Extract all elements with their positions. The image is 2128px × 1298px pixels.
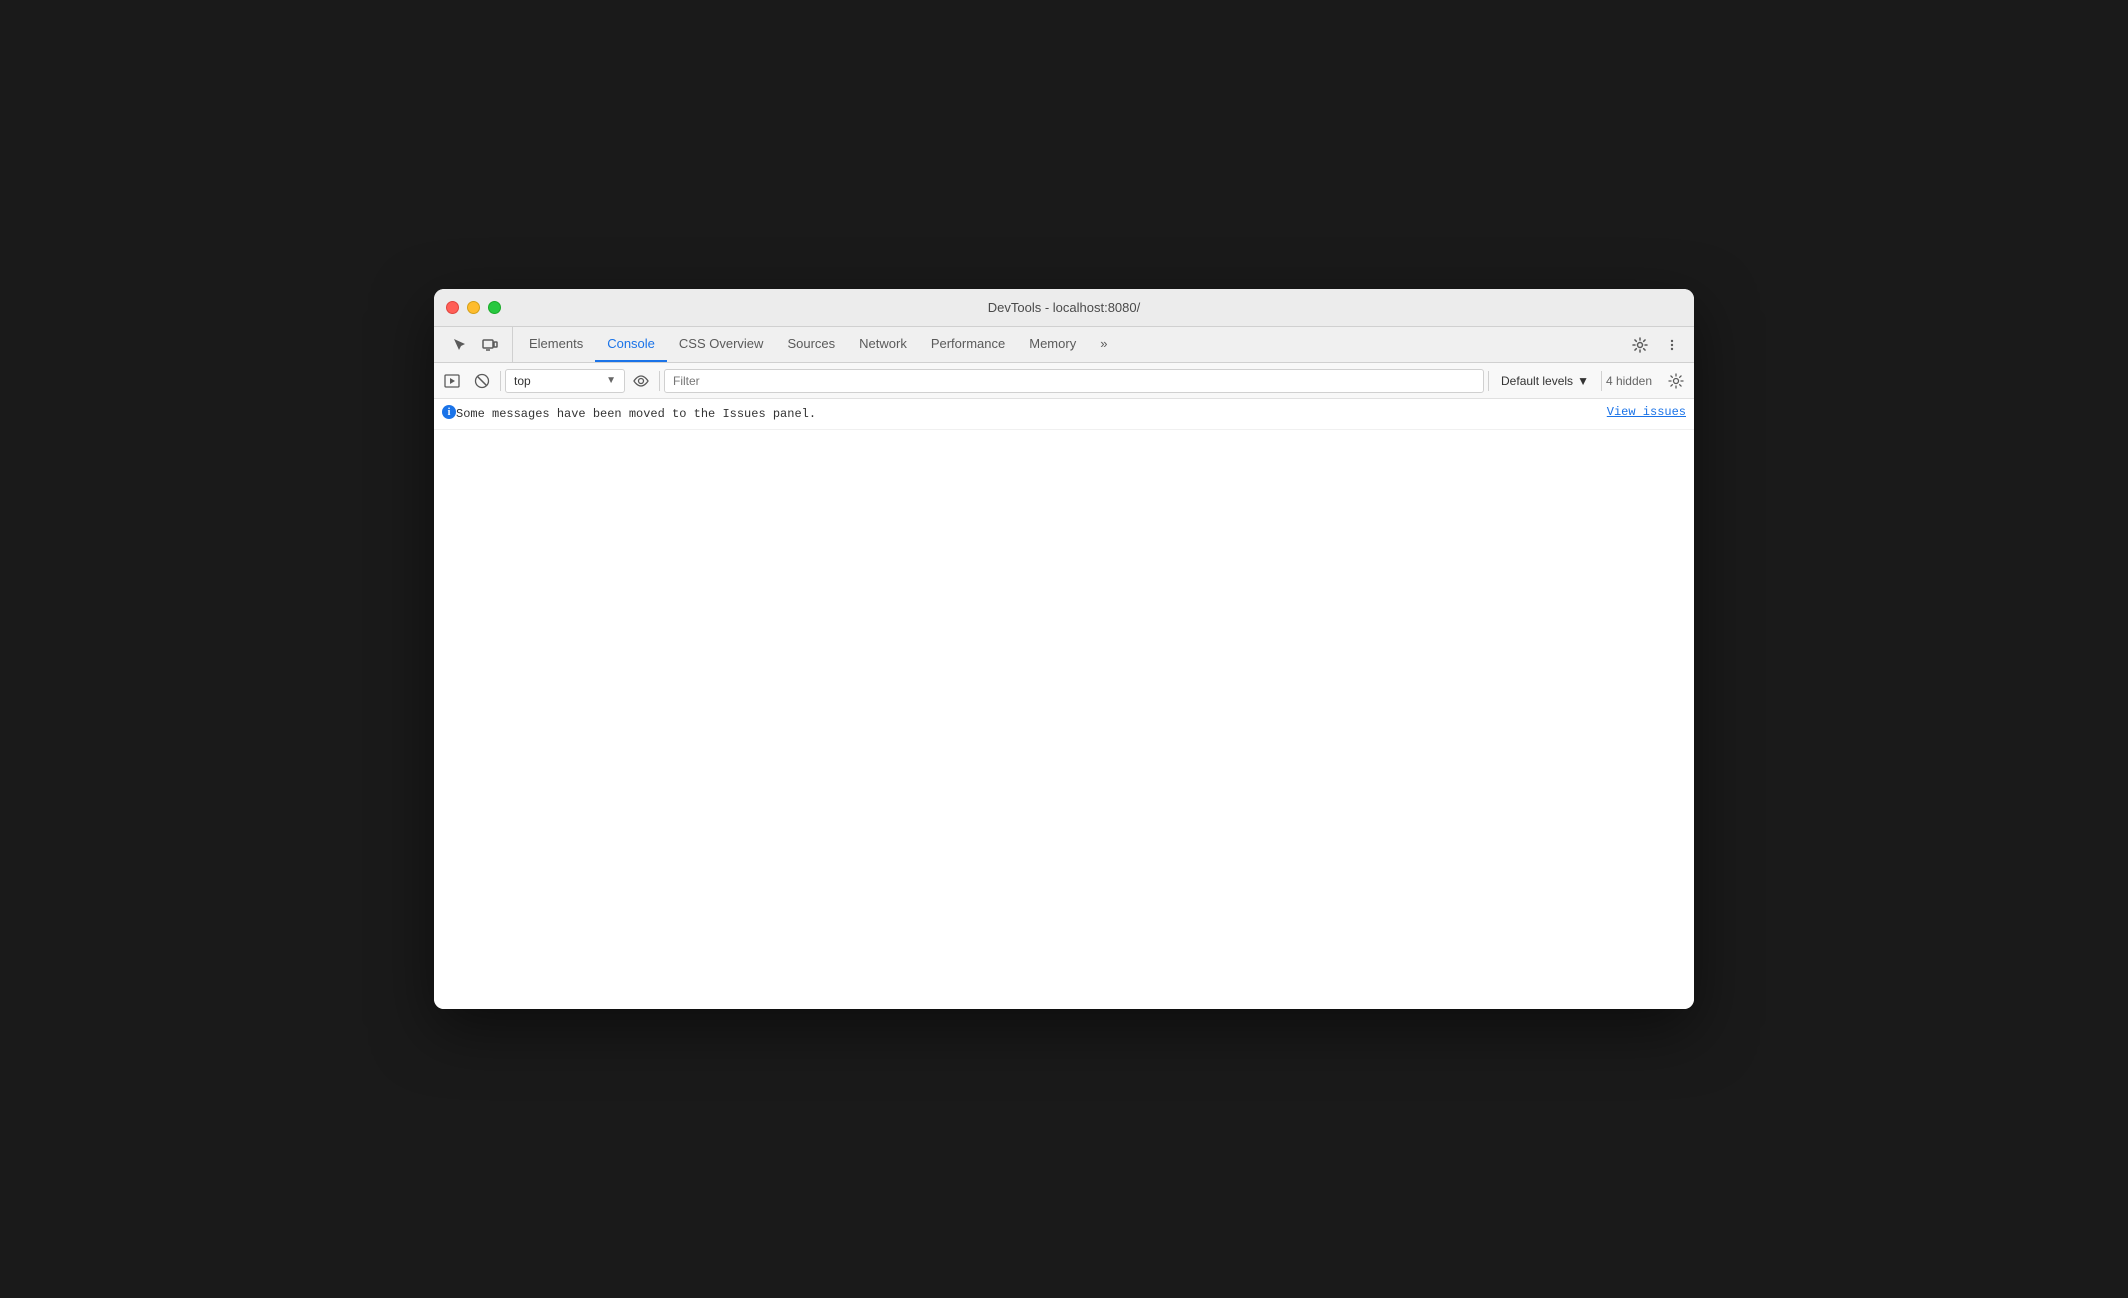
console-content: i Some messages have been moved to the I… [434, 399, 1694, 1009]
info-icon: i [442, 405, 456, 419]
tab-memory[interactable]: Memory [1017, 327, 1088, 362]
run-script-icon[interactable] [438, 367, 466, 395]
message-text: Some messages have been moved to the Iss… [456, 405, 1591, 423]
tab-console[interactable]: Console [595, 327, 667, 362]
minimize-button[interactable] [467, 301, 480, 314]
tab-sources[interactable]: Sources [775, 327, 847, 362]
levels-selector[interactable]: Default levels ▼ [1493, 369, 1597, 393]
levels-arrow: ▼ [1577, 374, 1589, 388]
clear-console-icon[interactable] [468, 367, 496, 395]
hidden-count: 4 hidden [1606, 374, 1660, 388]
title-bar: DevTools - localhost:8080/ [434, 289, 1694, 327]
inspect-element-icon[interactable] [446, 331, 474, 359]
tabs-bar: Elements Console CSS Overview Sources Ne… [434, 327, 1694, 363]
console-toolbar: top ▼ Default levels ▼ 4 hidden [434, 363, 1694, 399]
window-title: DevTools - localhost:8080/ [988, 300, 1140, 315]
filter-input[interactable] [664, 369, 1484, 393]
console-message: i Some messages have been moved to the I… [434, 399, 1694, 430]
tab-elements[interactable]: Elements [517, 327, 595, 362]
more-options-icon[interactable] [1658, 331, 1686, 359]
tab-icon-group [438, 327, 513, 362]
toolbar-divider-2 [659, 371, 660, 391]
settings-icon[interactable] [1626, 331, 1654, 359]
device-toolbar-icon[interactable] [476, 331, 504, 359]
tab-network[interactable]: Network [847, 327, 919, 362]
toolbar-divider-4 [1601, 371, 1602, 391]
context-selector[interactable]: top ▼ [505, 369, 625, 393]
tabs-right-actions [1626, 327, 1694, 362]
context-value: top [514, 374, 531, 388]
maximize-button[interactable] [488, 301, 501, 314]
live-expressions-icon[interactable] [627, 367, 655, 395]
tab-css-overview[interactable]: CSS Overview [667, 327, 776, 362]
traffic-lights [446, 301, 501, 314]
context-arrow: ▼ [606, 375, 616, 386]
levels-label: Default levels [1501, 374, 1573, 388]
toolbar-divider-3 [1488, 371, 1489, 391]
toolbar-divider-1 [500, 371, 501, 391]
tab-performance[interactable]: Performance [919, 327, 1017, 362]
tab-overflow[interactable]: » [1088, 327, 1119, 362]
console-settings-icon[interactable] [1662, 367, 1690, 395]
view-issues-link[interactable]: View issues [1607, 405, 1686, 419]
close-button[interactable] [446, 301, 459, 314]
devtools-window: DevTools - localhost:8080/ Elements Cons… [434, 289, 1694, 1009]
